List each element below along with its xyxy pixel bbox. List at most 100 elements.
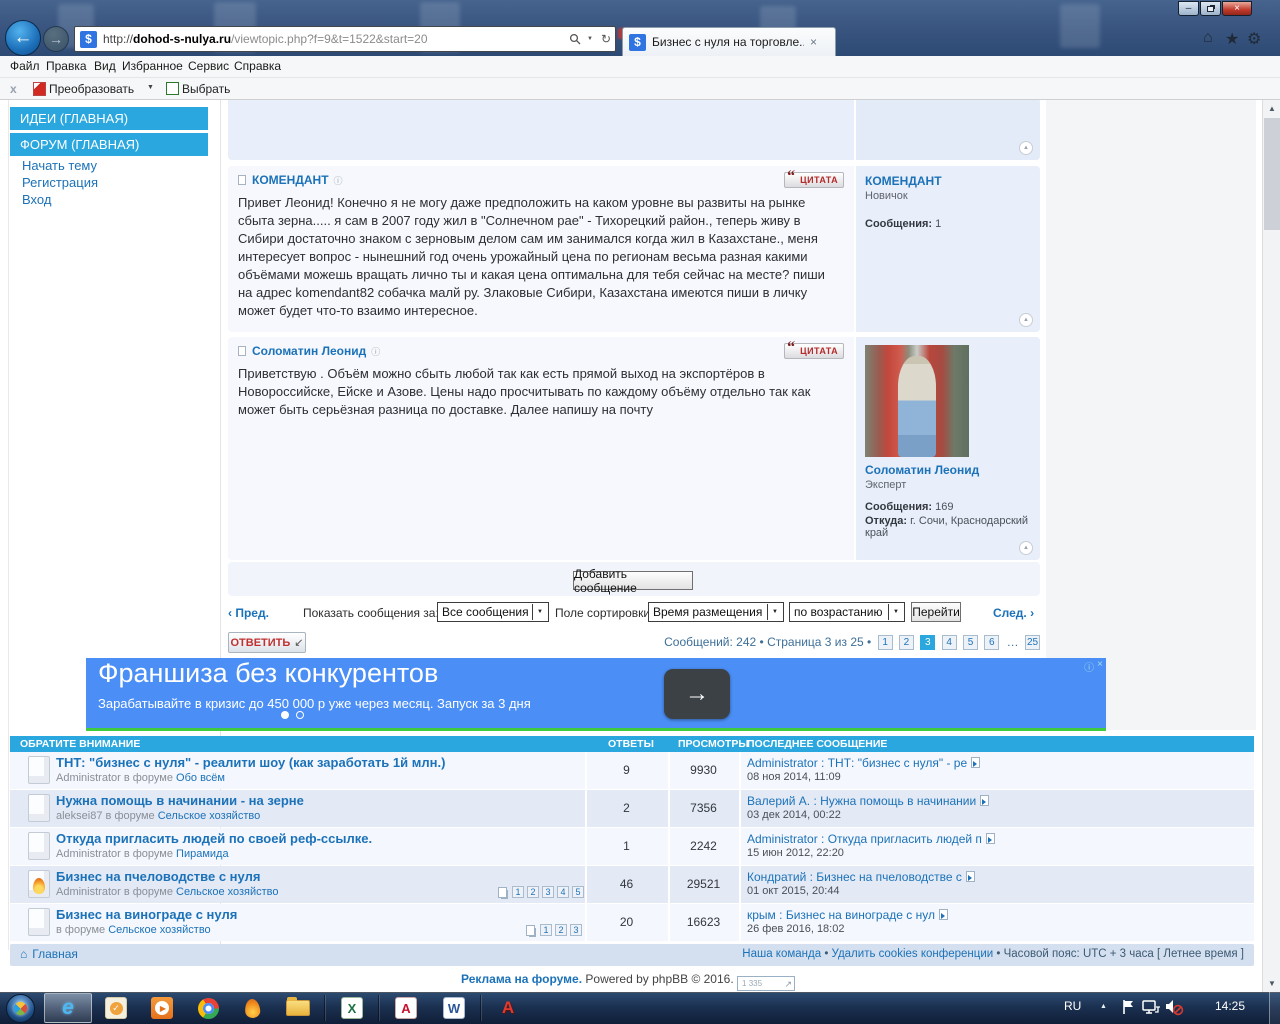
- forum-link[interactable]: Сельское хозяйство: [108, 924, 210, 936]
- topic-row[interactable]: Нужна помощь в начинании - на зерне alek…: [10, 790, 1254, 827]
- topic-page-button[interactable]: 3: [570, 924, 582, 936]
- topic-title-link[interactable]: Откуда пригласить людей по своей реф-ссы…: [56, 831, 372, 846]
- add-message-button[interactable]: Добавить сообщение: [573, 571, 693, 590]
- home-link[interactable]: ⌂Главная: [20, 947, 78, 961]
- taskbar-app-button[interactable]: ✓: [96, 993, 136, 1023]
- show-desktop-button[interactable]: [1269, 992, 1280, 1024]
- taskbar-excel-button[interactable]: X: [330, 993, 374, 1023]
- go-button[interactable]: Перейти: [911, 602, 961, 622]
- select-arrow-icon[interactable]: ▼: [767, 604, 782, 620]
- page-number-button[interactable]: 2: [899, 635, 914, 650]
- page-scrollbar[interactable]: ▲ ▼: [1262, 100, 1280, 992]
- convert-button[interactable]: Преобразовать: [49, 82, 134, 96]
- quote-button[interactable]: “ ЦИТАТА: [784, 343, 844, 359]
- select-arrow-icon[interactable]: ▼: [532, 604, 547, 620]
- settings-gear-icon[interactable]: ⚙: [1247, 29, 1261, 49]
- topic-row[interactable]: Откуда пригласить людей по своей реф-ссы…: [10, 828, 1254, 865]
- taskbar-word-button[interactable]: W: [432, 993, 476, 1023]
- page-number-button[interactable]: 5: [963, 635, 978, 650]
- taskbar-explorer-button[interactable]: [276, 993, 320, 1023]
- last-post-author[interactable]: крым: [747, 908, 776, 922]
- network-icon[interactable]: [1142, 999, 1161, 1016]
- topic-title-link[interactable]: ТНТ: "бизнес с нуля" - реалити шоу (как …: [56, 755, 445, 770]
- back-button[interactable]: ←: [5, 20, 41, 56]
- clock[interactable]: 14:25: [1215, 999, 1245, 1013]
- taskbar-pdf-reader-button[interactable]: A: [384, 993, 428, 1023]
- forum-link[interactable]: Пирамида: [176, 848, 229, 860]
- browser-tab[interactable]: $ Бизнес с нуля на торговле... ×: [622, 27, 836, 56]
- taskbar-ie-button[interactable]: e: [44, 993, 92, 1023]
- favorites-star-icon[interactable]: ★: [1225, 29, 1239, 49]
- select-arrow-icon[interactable]: ▼: [888, 604, 903, 620]
- forum-link[interactable]: Обо всём: [176, 772, 225, 784]
- last-post-author[interactable]: Administrator: [747, 832, 818, 846]
- topic-page-button[interactable]: 5: [572, 886, 584, 898]
- carousel-dots[interactable]: [281, 711, 304, 719]
- last-post-title[interactable]: Бизнес на пчеловодстве с: [816, 870, 962, 884]
- profile-username[interactable]: КОМЕНДАНТ: [865, 174, 1034, 188]
- url-text[interactable]: http://dohod-s-nulya.ru/viewtopic.php?f=…: [103, 32, 567, 46]
- dot-inactive[interactable]: [296, 711, 304, 719]
- sidebar-link-new-topic[interactable]: Начать тему: [22, 158, 97, 173]
- reply-button[interactable]: ОТВЕТИТЬ ↙: [228, 632, 306, 653]
- menu-favorites[interactable]: Избранное: [122, 59, 183, 73]
- menu-edit[interactable]: Правка: [46, 59, 87, 73]
- menu-help[interactable]: Справка: [234, 59, 281, 73]
- menu-view[interactable]: Вид: [94, 59, 116, 73]
- tray-expand-icon[interactable]: ▲: [1100, 1003, 1107, 1010]
- topic-page-button[interactable]: 3: [542, 886, 554, 898]
- page-number-button[interactable]: 25: [1025, 635, 1040, 650]
- select-button[interactable]: Выбрать: [182, 82, 230, 96]
- goto-last-post-icon[interactable]: [986, 833, 995, 844]
- menu-tools[interactable]: Сервис: [188, 59, 229, 73]
- window-minimize-button[interactable]: –: [1178, 1, 1199, 16]
- tab-close-icon[interactable]: ×: [810, 35, 817, 49]
- start-button[interactable]: [6, 994, 35, 1023]
- sort-field-select[interactable]: Время размещения ▼: [648, 602, 784, 622]
- addon-close-icon[interactable]: x: [10, 82, 17, 96]
- last-post-author[interactable]: Валерий А.: [747, 794, 810, 808]
- menu-file[interactable]: Файл: [10, 59, 40, 73]
- forum-ad-link[interactable]: Реклама на форуме.: [461, 972, 582, 986]
- scroll-down-button[interactable]: ▼: [1264, 975, 1280, 992]
- taskbar-chrome-button[interactable]: [188, 993, 228, 1023]
- topic-title-link[interactable]: Бизнес на винограде с нуля: [56, 907, 237, 922]
- scroll-up-button[interactable]: ▲: [1264, 100, 1280, 117]
- last-post-title[interactable]: Откуда пригласить людей п: [828, 832, 982, 846]
- topic-row[interactable]: Бизнес на винограде с нуля в форуме Сель…: [10, 904, 1254, 941]
- adchoices-close-icon[interactable]: ×: [1097, 659, 1103, 674]
- last-post-title[interactable]: Нужна помощь в начинании: [820, 794, 976, 808]
- last-post-title[interactable]: ТНТ: "бизнес с нуля" - ре: [828, 756, 967, 770]
- visit-counter[interactable]: 1 335↗: [737, 976, 795, 991]
- last-post-author[interactable]: Кондратий: [747, 870, 806, 884]
- next-page-link[interactable]: След. ›: [993, 606, 1034, 620]
- action-center-flag-icon[interactable]: [1120, 998, 1137, 1016]
- prev-page-link[interactable]: ‹ Пред.: [228, 606, 269, 620]
- address-bar[interactable]: $ http://dohod-s-nulya.ru/viewtopic.php?…: [74, 26, 616, 52]
- scrollbar-thumb[interactable]: [1264, 118, 1280, 230]
- quote-button[interactable]: “ ЦИТАТА: [784, 172, 844, 188]
- page-number-button[interactable]: 4: [942, 635, 957, 650]
- topic-page-button[interactable]: 4: [557, 886, 569, 898]
- topic-title-link[interactable]: Нужна помощь в начинании - на зерне: [56, 793, 304, 808]
- goto-last-post-icon[interactable]: [939, 909, 948, 920]
- taskbar-autocad-button[interactable]: A: [486, 993, 530, 1023]
- scroll-top-icon[interactable]: ▲: [1019, 313, 1033, 327]
- topic-page-button[interactable]: 2: [527, 886, 539, 898]
- show-messages-select[interactable]: Все сообщения ▼: [437, 602, 549, 622]
- dot-active[interactable]: [281, 711, 289, 719]
- volume-muted-icon[interactable]: [1164, 998, 1184, 1016]
- taskbar-flame-app-button[interactable]: [232, 993, 272, 1023]
- last-post-title[interactable]: Бизнес на винограде с нул: [786, 908, 935, 922]
- adchoices[interactable]: ⓘ×: [1084, 659, 1103, 674]
- page-number-button[interactable]: 1: [878, 635, 893, 650]
- forum-link[interactable]: Сельское хозяйство: [176, 886, 278, 898]
- adchoices-info-icon[interactable]: ⓘ: [1084, 659, 1094, 674]
- page-number-button[interactable]: 6: [984, 635, 999, 650]
- address-dropdown-icon[interactable]: ▼: [587, 36, 593, 42]
- window-restore-button[interactable]: [1200, 1, 1221, 16]
- topic-row[interactable]: ТНТ: "бизнес с нуля" - реалити шоу (как …: [10, 752, 1254, 789]
- post-author-link[interactable]: Соломатин Леонид: [252, 344, 366, 358]
- taskbar-media-player-button[interactable]: ▶: [142, 993, 182, 1023]
- delete-cookies-link[interactable]: Удалить cookies конференции: [832, 948, 994, 960]
